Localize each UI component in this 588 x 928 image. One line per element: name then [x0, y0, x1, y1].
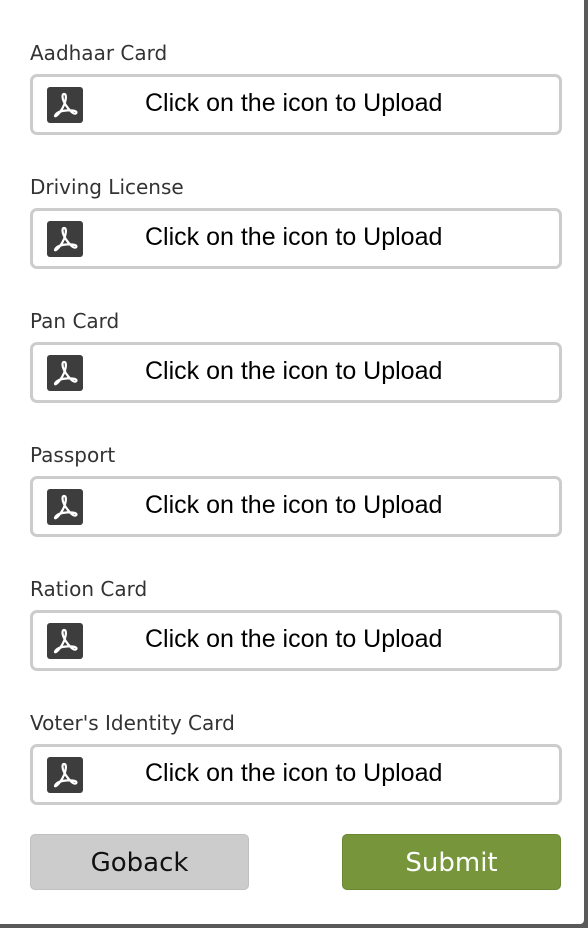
upload-hint: Click on the icon to Upload	[145, 491, 443, 519]
document-upload-form: Aadhaar Card Click on the icon to Upload…	[0, 0, 584, 924]
passport-label: Passport	[30, 443, 116, 467]
submit-button[interactable]: Submit	[342, 834, 561, 890]
voters-identity-card-upload-box[interactable]: Click on the icon to Upload	[30, 744, 562, 805]
upload-hint: Click on the icon to Upload	[145, 625, 443, 653]
upload-hint: Click on the icon to Upload	[145, 759, 443, 787]
driving-license-upload-box[interactable]: Click on the icon to Upload	[30, 208, 562, 269]
pan-card-label: Pan Card	[30, 309, 120, 333]
aadhaar-card-upload-box[interactable]: Click on the icon to Upload	[30, 74, 562, 135]
passport-upload-box[interactable]: Click on the icon to Upload	[30, 476, 562, 537]
pdf-icon[interactable]	[47, 623, 83, 659]
pdf-icon[interactable]	[47, 87, 83, 123]
voters-identity-card-label: Voter's Identity Card	[30, 711, 235, 735]
upload-hint: Click on the icon to Upload	[145, 223, 443, 251]
upload-hint: Click on the icon to Upload	[145, 357, 443, 385]
upload-hint: Click on the icon to Upload	[145, 89, 443, 117]
pdf-icon[interactable]	[47, 489, 83, 525]
pdf-icon[interactable]	[47, 221, 83, 257]
pan-card-upload-box[interactable]: Click on the icon to Upload	[30, 342, 562, 403]
ration-card-label: Ration Card	[30, 577, 148, 601]
ration-card-upload-box[interactable]: Click on the icon to Upload	[30, 610, 562, 671]
goback-button[interactable]: Goback	[30, 834, 249, 890]
aadhaar-card-label: Aadhaar Card	[30, 41, 168, 65]
pdf-icon[interactable]	[47, 757, 83, 793]
driving-license-label: Driving License	[30, 175, 184, 199]
pdf-icon[interactable]	[47, 355, 83, 391]
